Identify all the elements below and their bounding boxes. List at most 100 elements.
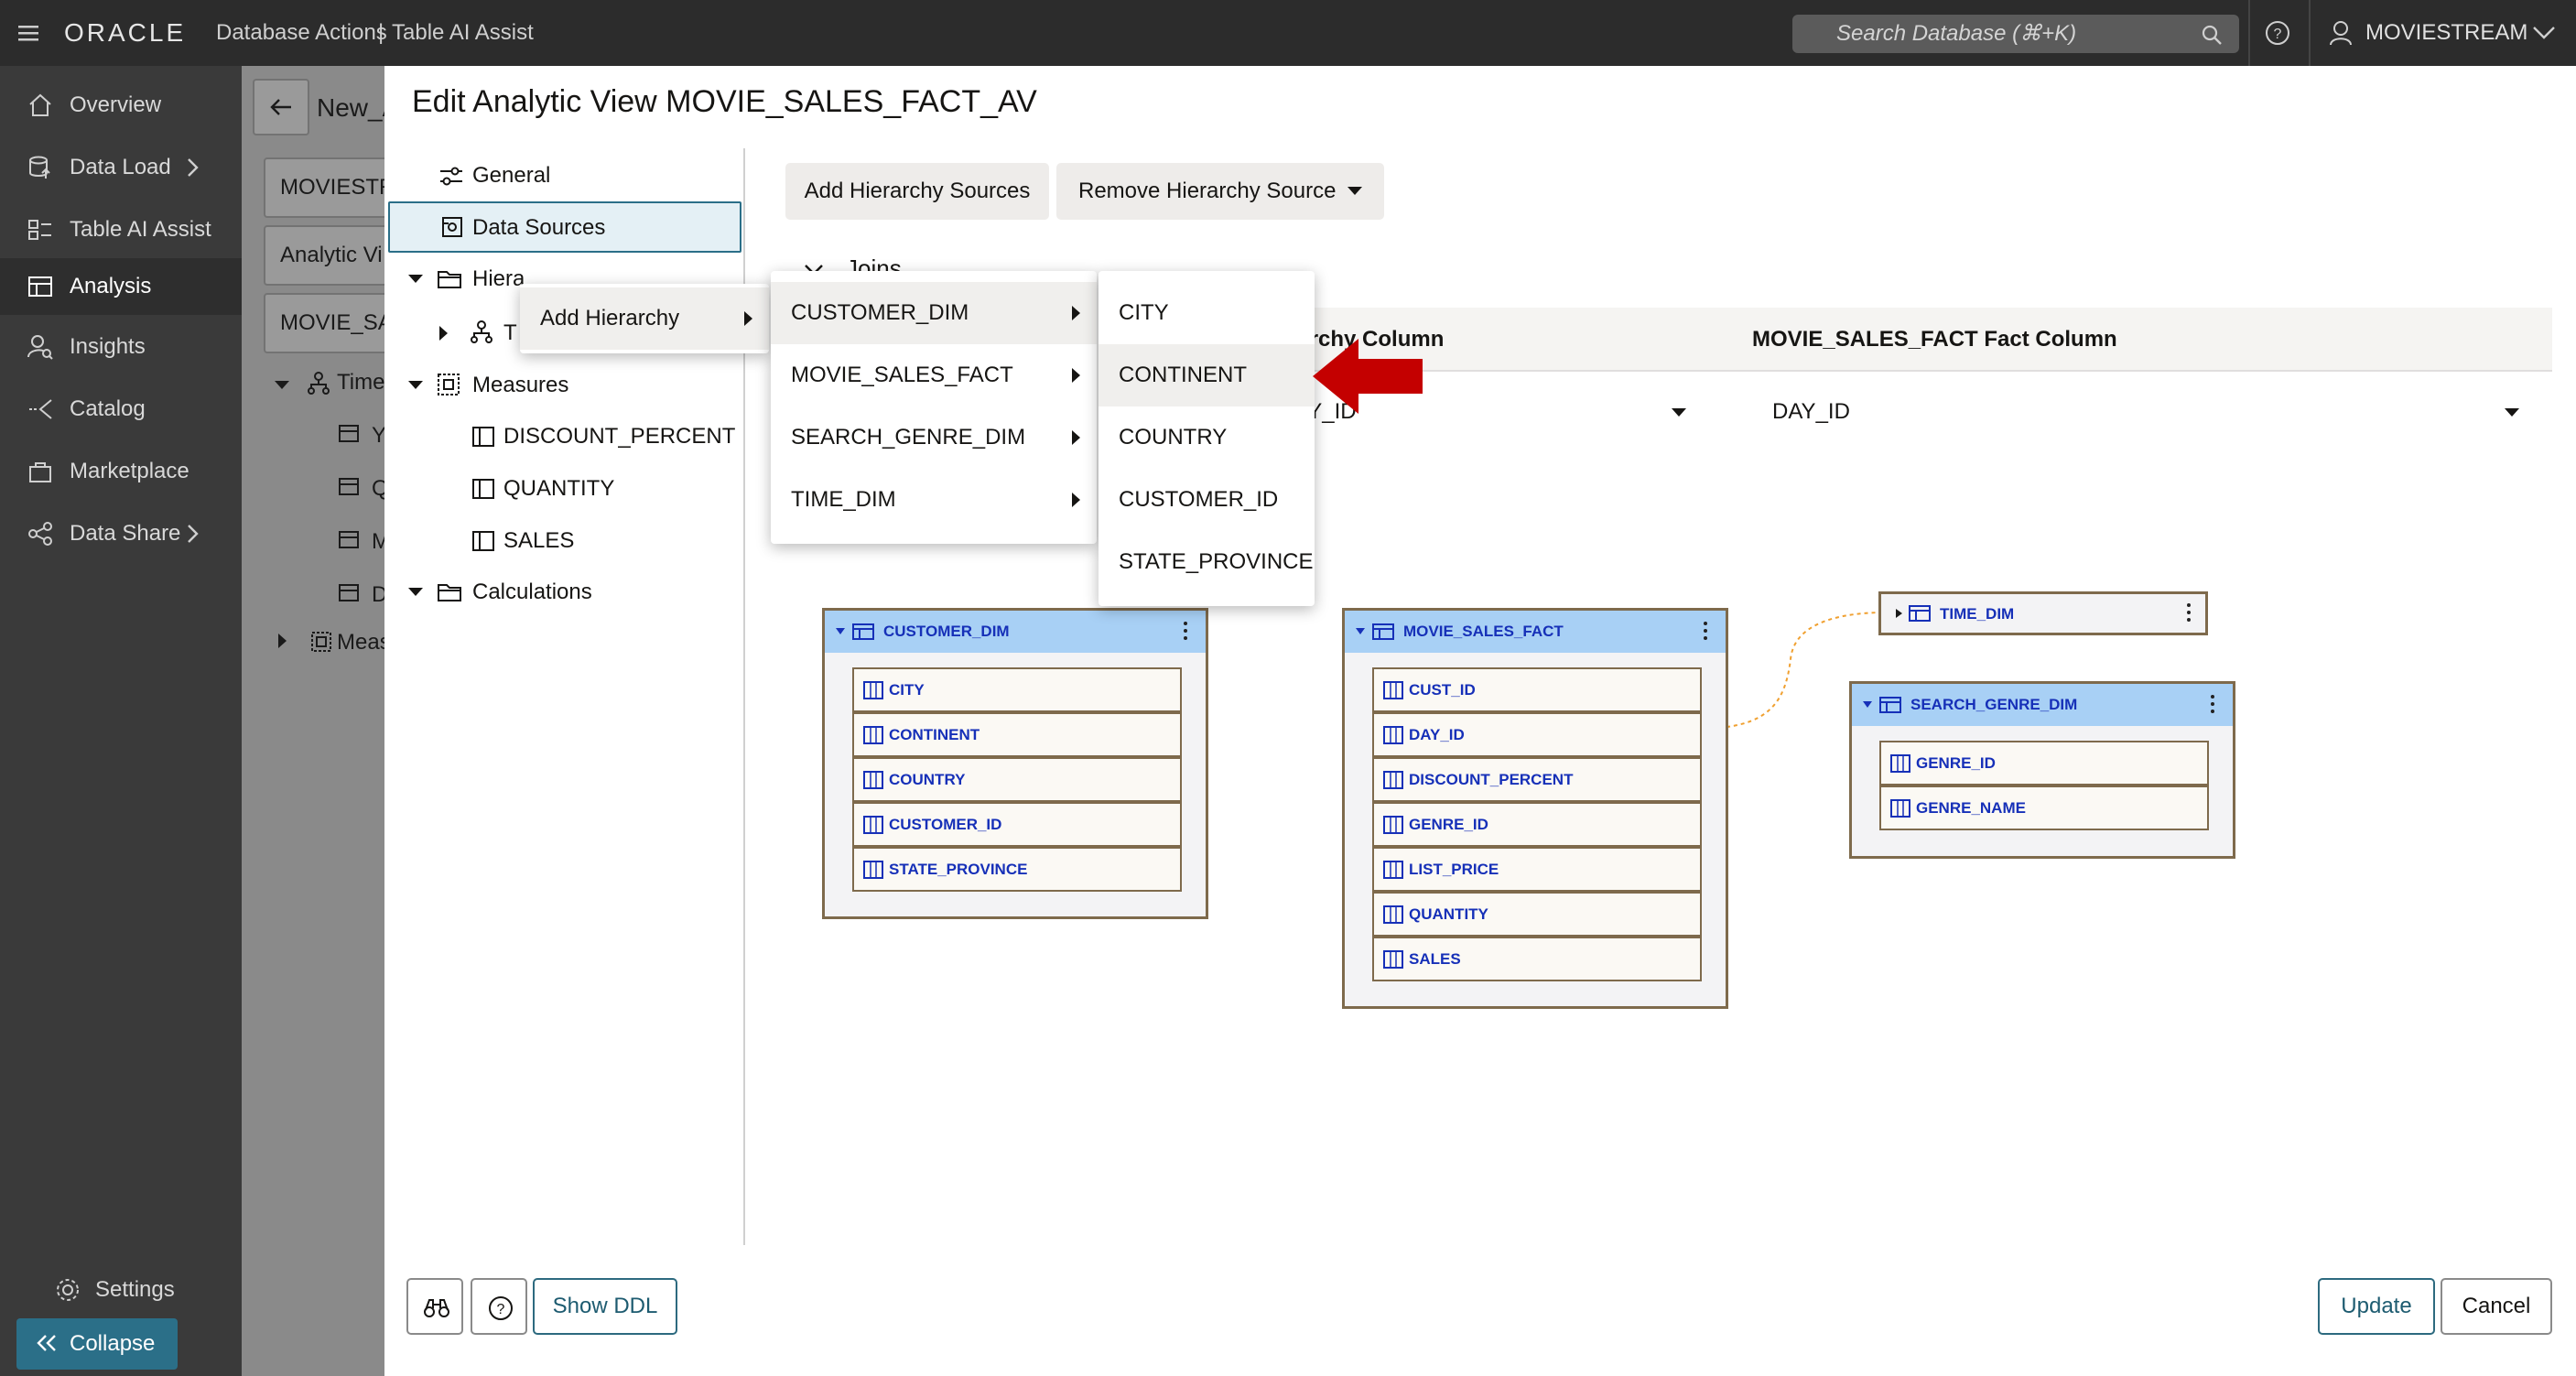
tree-item-measure[interactable]: QUANTITY [388, 470, 743, 506]
column-name: CUSTOMER_ID [889, 816, 1002, 833]
menu-item-time-dim[interactable]: TIME_DIM [771, 469, 1097, 531]
menu-item-continent[interactable]: CONTINENT [1099, 344, 1315, 406]
caret-right-icon[interactable] [439, 326, 448, 341]
nav-item-insights[interactable]: Insights [0, 319, 242, 375]
caret-down-icon[interactable] [1356, 628, 1365, 634]
nav-item-table-ai-assist[interactable]: Table AI Assist [0, 201, 242, 258]
add-hierarchy-sources-button[interactable]: Add Hierarchy Sources [785, 163, 1049, 220]
table-icon [1909, 605, 1931, 622]
tree-item-measures[interactable]: Measures [388, 366, 743, 403]
bg-field: Analytic Vi [264, 225, 395, 286]
menu-item-state-province[interactable]: STATE_PROVINCE [1099, 531, 1315, 593]
show-ddl-button[interactable]: Show DDL [533, 1278, 677, 1335]
nav-item-catalog[interactable]: Catalog [0, 381, 242, 438]
entity-column[interactable]: GENRE_ID [1372, 802, 1702, 847]
caret-right-icon[interactable] [1896, 609, 1902, 618]
table-icon [1372, 623, 1394, 640]
update-button[interactable]: Update [2318, 1278, 2435, 1335]
entity-header[interactable]: SEARCH_GENRE_DIM [1852, 684, 2233, 726]
tree-label: T [503, 320, 517, 345]
tree-item-measure[interactable]: SALES [388, 522, 743, 558]
column-icon [472, 531, 494, 551]
caret-right-icon [1072, 306, 1080, 320]
entity-header[interactable]: CUSTOMER_DIM [825, 611, 1206, 653]
search-icon[interactable] [2201, 24, 2223, 46]
entity-column[interactable]: CUSTOMER_ID [852, 802, 1182, 847]
caret-right-icon [1072, 430, 1080, 445]
settings-button[interactable]: Settings [0, 1262, 242, 1318]
caret-down-icon[interactable] [408, 588, 423, 596]
tree-label: Hiera [472, 266, 525, 291]
caret-down-icon[interactable] [1863, 701, 1872, 708]
entity-column[interactable]: COUNTRY [852, 757, 1182, 802]
kebab-menu-icon[interactable] [1184, 622, 1189, 644]
menu-item-country[interactable]: COUNTRY [1099, 406, 1315, 469]
nav-item-marketplace[interactable]: Marketplace [0, 443, 242, 500]
home-icon [27, 92, 53, 118]
entity-column[interactable]: GENRE_NAME [1879, 786, 2209, 830]
bg-field: MOVIESTR [264, 157, 395, 218]
select-value: DAY_ID [1772, 399, 1850, 424]
binoculars-icon [423, 1297, 450, 1319]
entity-column[interactable]: DISCOUNT_PERCENT [1372, 757, 1702, 802]
entity-column[interactable]: SALES [1372, 937, 1702, 981]
caret-down-icon[interactable] [836, 628, 845, 634]
menu-item-search-genre-dim[interactable]: SEARCH_GENRE_DIM [771, 406, 1097, 469]
entity-column[interactable]: DAY_ID [1372, 712, 1702, 757]
caret-down-icon[interactable] [408, 381, 423, 389]
cancel-button[interactable]: Cancel [2441, 1278, 2552, 1335]
tree-item-data-sources[interactable]: Data Sources [388, 201, 741, 253]
menu-item-movie-sales-fact[interactable]: MOVIE_SALES_FACT [771, 344, 1097, 406]
menu-item-add-hierarchy[interactable]: Add Hierarchy [520, 287, 769, 350]
tree-item-calculations[interactable]: Calculations [388, 573, 743, 610]
nav-item-analysis[interactable]: Analysis [0, 258, 242, 315]
menu-item-customer-dim[interactable]: CUSTOMER_DIM [771, 282, 1097, 344]
nav-item-overview[interactable]: Overview [0, 77, 242, 134]
nav-item-data-share[interactable]: Data Share [0, 505, 242, 562]
collapse-button[interactable]: Collapse [16, 1318, 178, 1370]
column-icon [863, 726, 883, 744]
column-name: LIST_PRICE [1409, 861, 1499, 878]
kebab-menu-icon[interactable] [2211, 695, 2216, 717]
database-upload-icon [27, 155, 53, 180]
share-icon [27, 521, 53, 547]
menu-item-city[interactable]: CITY [1099, 282, 1315, 344]
person-search-icon [27, 334, 53, 360]
help-button[interactable]: ? [471, 1278, 527, 1335]
entity-column[interactable]: CONTINENT [852, 712, 1182, 757]
kebab-menu-icon[interactable] [1704, 622, 1709, 644]
hamburger-menu-icon[interactable] [18, 24, 38, 42]
entity-header[interactable]: MOVIE_SALES_FACT [1345, 611, 1726, 653]
kebab-menu-icon[interactable] [2187, 603, 2192, 625]
column-icon [1383, 950, 1403, 969]
remove-hierarchy-source-button[interactable]: Remove Hierarchy Source [1056, 163, 1384, 220]
tree-item-general[interactable]: General [388, 157, 743, 194]
tree-item-measure[interactable]: DISCOUNT_PERCENT [388, 417, 743, 454]
menu-item-customer-id[interactable]: CUSTOMER_ID [1099, 469, 1315, 531]
caret-right-icon [278, 634, 287, 648]
caret-right-icon [744, 311, 752, 326]
column-icon [1383, 905, 1403, 924]
search-binoculars-button[interactable] [406, 1278, 463, 1335]
search-input[interactable]: Search Database (⌘+K) [1792, 15, 2239, 53]
entity-column[interactable]: STATE_PROVINCE [852, 847, 1182, 892]
entity-customer-dim[interactable]: CUSTOMER_DIM CITY CONTINENT COUNTRY CUST… [822, 608, 1208, 919]
entity-column[interactable]: QUANTITY [1372, 892, 1702, 937]
user-menu[interactable]: MOVIESTREAM [2325, 0, 2572, 66]
help-icon[interactable]: ? [2265, 20, 2290, 46]
entity-column[interactable]: GENRE_ID [1879, 741, 2209, 786]
entity-search-genre-dim[interactable]: SEARCH_GENRE_DIM GENRE_ID GENRE_NAME [1849, 681, 2235, 859]
entity-column[interactable]: CUST_ID [1372, 667, 1702, 712]
bag-icon [27, 459, 53, 484]
fact-column-select[interactable]: DAY_ID [1752, 381, 2539, 445]
entity-movie-sales-fact[interactable]: MOVIE_SALES_FACT CUST_ID DAY_ID DISCOUNT… [1342, 608, 1728, 1009]
caret-down-icon[interactable] [408, 275, 423, 283]
entity-column[interactable]: LIST_PRICE [1372, 847, 1702, 892]
entity-column[interactable]: CITY [852, 667, 1182, 712]
column-icon [1383, 726, 1403, 744]
entity-time-dim[interactable]: TIME_DIM [1878, 591, 2208, 635]
nav-item-data-load[interactable]: Data Load [0, 139, 242, 196]
entity-name: CUSTOMER_DIM [883, 623, 1010, 640]
tree-label: Calculations [472, 580, 592, 604]
back-button[interactable] [253, 79, 309, 135]
